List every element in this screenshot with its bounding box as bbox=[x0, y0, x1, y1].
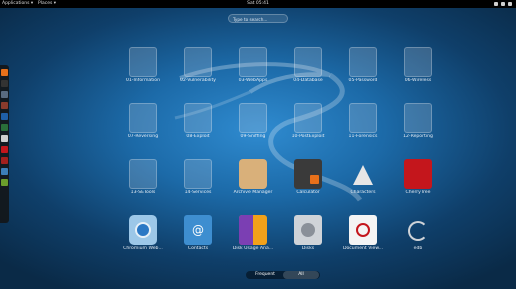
dash-dock bbox=[0, 65, 9, 223]
network-icon bbox=[494, 2, 498, 6]
folder-icon bbox=[184, 47, 212, 77]
folder-icon bbox=[404, 47, 432, 77]
clock[interactable]: Sat 05:41 bbox=[0, 0, 516, 8]
folder-07-reversing[interactable]: 07-Reversing bbox=[114, 103, 172, 158]
folder-icon bbox=[129, 103, 157, 133]
app-disk-usage-analyzer[interactable]: Disk Usage Ana... bbox=[224, 215, 282, 270]
app-edb[interactable]: edb bbox=[389, 215, 447, 270]
folder-icon bbox=[349, 47, 377, 77]
system-tray[interactable] bbox=[494, 0, 512, 6]
folder-icon bbox=[184, 103, 212, 133]
folder-11-forensics[interactable]: 11-Forensics bbox=[334, 103, 392, 158]
terminal-icon[interactable] bbox=[1, 80, 8, 87]
document-viewer-icon bbox=[349, 215, 377, 245]
app-calculator[interactable]: Calculator bbox=[279, 159, 337, 214]
folder-icon bbox=[294, 103, 322, 133]
search-placeholder: Type to search... bbox=[233, 17, 268, 22]
folder-14-services[interactable]: 14-Services bbox=[169, 159, 227, 214]
faraday-icon[interactable] bbox=[1, 146, 8, 153]
app-disks[interactable]: Disks bbox=[279, 215, 337, 270]
app-document-viewer[interactable]: Document View... bbox=[334, 215, 392, 270]
power-icon bbox=[508, 2, 512, 6]
folder-03-webapps[interactable]: 03-WebApps bbox=[224, 47, 282, 102]
edb-icon bbox=[404, 215, 432, 245]
maltego-icon[interactable] bbox=[1, 113, 8, 120]
top-bar: Applications ▾ Places ▾ Sat 05:41 bbox=[0, 0, 516, 8]
files-icon[interactable] bbox=[1, 91, 8, 98]
app-characters[interactable]: Characters bbox=[334, 159, 392, 214]
folder-icon bbox=[129, 47, 157, 77]
disk-usage-analyzer-icon bbox=[239, 215, 267, 245]
disks-icon bbox=[294, 215, 322, 245]
folder-label: 06-Wireless bbox=[404, 78, 432, 83]
metasploit-icon[interactable] bbox=[1, 102, 8, 109]
app-archive-manager[interactable]: Archive Manager bbox=[224, 159, 282, 214]
cherrytree-icon bbox=[404, 159, 432, 189]
folder-icon bbox=[239, 47, 267, 77]
apps-grid-icon[interactable] bbox=[1, 168, 8, 175]
app-label: edb bbox=[413, 246, 423, 251]
burp-icon[interactable] bbox=[1, 124, 8, 131]
app-chromium[interactable]: Chromium Web... bbox=[114, 215, 172, 270]
folder-icon bbox=[349, 103, 377, 133]
folder-04-database[interactable]: 04-Database bbox=[279, 47, 337, 102]
armitage-icon[interactable] bbox=[1, 135, 8, 142]
folder-icon bbox=[404, 103, 432, 133]
archive-manager-icon bbox=[239, 159, 267, 189]
leafpad-icon[interactable] bbox=[1, 157, 8, 164]
folder-icon bbox=[184, 159, 212, 189]
folder-08-exploit[interactable]: 08-Exploit bbox=[169, 103, 227, 158]
app-contacts[interactable]: @ Contacts bbox=[169, 215, 227, 270]
view-switcher: Frequent All bbox=[246, 271, 320, 279]
volume-icon bbox=[501, 2, 505, 6]
folder-icon bbox=[129, 159, 157, 189]
folder-01-information[interactable]: 01-Information bbox=[114, 47, 172, 102]
firefox-icon[interactable] bbox=[1, 69, 8, 76]
folder-13-setools[interactable]: 13-SETools bbox=[114, 159, 172, 214]
chromium-icon bbox=[129, 215, 157, 245]
calculator-icon bbox=[294, 159, 322, 189]
folder-icon bbox=[294, 47, 322, 77]
folder-label: 12-Reporting bbox=[403, 134, 433, 139]
search-input[interactable]: Type to search... bbox=[228, 14, 288, 23]
folder-10-postexploit[interactable]: 10-PostExploit bbox=[279, 103, 337, 158]
folder-12-reporting[interactable]: 12-Reporting bbox=[389, 103, 447, 158]
folder-09-sniffing[interactable]: 09-Sniffing bbox=[224, 103, 282, 158]
app-label: CherryTree bbox=[405, 190, 431, 195]
sticky-icon[interactable] bbox=[1, 179, 8, 186]
tab-all[interactable]: All bbox=[283, 271, 319, 279]
contacts-icon: @ bbox=[184, 215, 212, 245]
folder-icon bbox=[239, 103, 267, 133]
characters-icon bbox=[349, 159, 377, 189]
folder-06-wireless[interactable]: 06-Wireless bbox=[389, 47, 447, 102]
desktop: Applications ▾ Places ▾ Sat 05:41 Type t… bbox=[0, 0, 516, 289]
folder-02-vulnerability[interactable]: 02-Vulnerability bbox=[169, 47, 227, 102]
tab-frequent[interactable]: Frequent bbox=[247, 271, 283, 279]
folder-05-password[interactable]: 05-Password bbox=[334, 47, 392, 102]
app-cherrytree[interactable]: CherryTree bbox=[389, 159, 447, 214]
